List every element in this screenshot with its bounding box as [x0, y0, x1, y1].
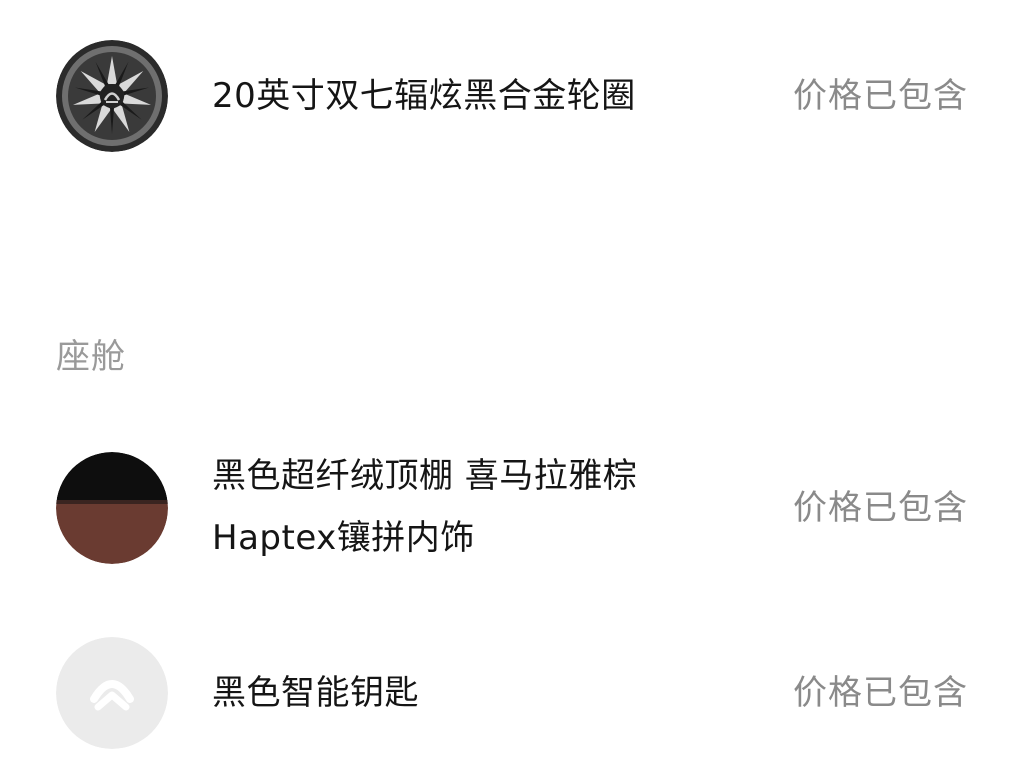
- option-row-interior[interactable]: 黑色超纤绒顶棚 喜马拉雅棕 Haptex镶拼内饰 价格已包含: [0, 452, 1024, 564]
- option-row-wheel[interactable]: 20英寸双七辐炫黑合金轮圈 价格已包含: [0, 40, 1024, 152]
- option-name-line-2: Haptex镶拼内饰: [212, 518, 475, 558]
- option-name-line-1: 黑色超纤绒顶棚 喜马拉雅棕: [212, 456, 638, 496]
- smart-key-icon: [56, 637, 168, 749]
- interior-swatch-icon: [56, 452, 168, 564]
- option-list-page: 20英寸双七辐炫黑合金轮圈 价格已包含 座舱 黑色超纤绒顶棚 喜马拉雅棕 Hap…: [0, 0, 1024, 768]
- option-row-smart-key[interactable]: 黑色智能钥匙 价格已包含: [0, 637, 1024, 749]
- option-name: 黑色智能钥匙: [212, 673, 419, 713]
- section-title-cabin: 座舱: [56, 337, 126, 377]
- price-included-label: 价格已包含: [793, 76, 968, 116]
- alloy-wheel-icon: [56, 40, 168, 152]
- price-included-label: 价格已包含: [793, 488, 968, 528]
- price-included-label: 价格已包含: [793, 673, 968, 713]
- option-name: 20英寸双七辐炫黑合金轮圈: [212, 76, 636, 116]
